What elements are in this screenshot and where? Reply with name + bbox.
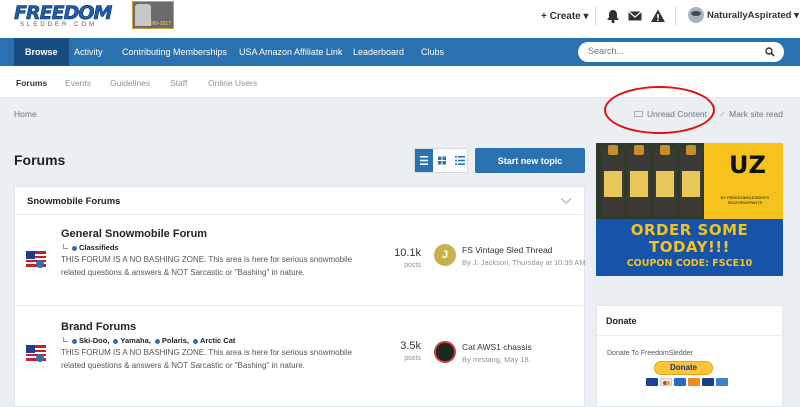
last-post-title[interactable]: Cat AWS1 chassis xyxy=(462,342,532,352)
paypal-card-icon xyxy=(716,378,728,386)
forum-row: Brand Forums Ski-Doo, Yamaha, Polaris, Arct… xyxy=(15,307,584,407)
chevron-down-icon: ▾ xyxy=(794,10,799,21)
view-toggle xyxy=(414,148,468,173)
annotation-circle xyxy=(604,86,715,134)
logo-badge-image: 1989-2017 xyxy=(132,1,174,29)
breadcrumb-home[interactable]: Home xyxy=(14,109,37,119)
avatar[interactable] xyxy=(434,341,456,363)
category-title: Snowmobile Forums xyxy=(27,196,121,207)
search-icon[interactable] xyxy=(765,47,775,57)
badge-year: 1989-2017 xyxy=(147,21,171,27)
warning-icon[interactable] xyxy=(650,8,666,24)
amex-card-icon xyxy=(674,378,686,386)
row-divider xyxy=(15,305,584,306)
bell-icon[interactable] xyxy=(605,8,621,24)
forum-title-link[interactable]: Brand Forums xyxy=(61,321,136,333)
checkmark-icon: ✓ xyxy=(719,109,727,119)
donate-text: Donate To FreedomSledder xyxy=(607,350,693,357)
ad-product-photo xyxy=(596,143,704,219)
grid-view-button[interactable] xyxy=(433,149,451,172)
chevron-down-icon: ▾ xyxy=(583,11,589,22)
create-menu-button[interactable]: + Create ▾ xyxy=(541,11,589,22)
donate-title: Donate xyxy=(606,316,637,326)
ad-coupon-code: COUPON CODE: FSCE10 xyxy=(626,258,753,269)
subforum-link-polaris[interactable]: Polaris, xyxy=(162,336,189,345)
ad-brand-panel: UZ BY FREEDOMSLEDDER'S SEATOFMYPANTS xyxy=(704,143,783,219)
subnav-staff[interactable]: Staff xyxy=(170,78,187,88)
sauce-advertisement[interactable]: UZ BY FREEDOMSLEDDER'S SEATOFMYPANTS ORD… xyxy=(596,143,783,276)
forum-flag-icon xyxy=(26,251,46,268)
logo-subtext: SLEDDER.COM xyxy=(20,22,98,28)
ad-headline: ORDER SOME TODAY!!! xyxy=(630,221,749,256)
grid-icon xyxy=(438,156,446,165)
mark-site-read-link[interactable]: ✓ Mark site read xyxy=(719,109,783,120)
post-count-label: posts xyxy=(404,355,421,362)
donate-widget: Donate Donate To FreedomSledder Donate xyxy=(596,305,783,407)
nav-activity[interactable]: Activity xyxy=(74,38,103,66)
mastercard-icon xyxy=(660,378,672,386)
chevron-down-icon[interactable] xyxy=(560,197,572,205)
nav-leaderboard[interactable]: Leaderboard xyxy=(353,38,404,66)
donate-button[interactable]: Donate xyxy=(654,361,713,375)
logo-text: FREEDOM xyxy=(14,2,113,25)
avatar[interactable]: J xyxy=(434,244,456,266)
subforum-list: Ski-Doo, Yamaha, Polaris, Arctic Cat xyxy=(61,336,235,345)
primary-nav: Browse Activity Contributing Memberships… xyxy=(0,38,800,66)
ad-byline: BY FREEDOMSLEDDER'S SEATOFMYPANTS xyxy=(720,195,770,205)
subforum-link-ski-doo[interactable]: Ski-Doo, xyxy=(79,336,109,345)
subnav-forums[interactable]: Forums xyxy=(16,78,47,88)
fluid-list-icon xyxy=(455,156,465,165)
site-logo[interactable]: FREEDOM SLEDDER.COM xyxy=(14,2,134,32)
forum-row: General Snowmobile Forum Classifieds THI… xyxy=(15,216,586,304)
subforum-list: Classifieds xyxy=(61,243,119,252)
post-count: 10.1k xyxy=(394,247,421,259)
subnav-online-users[interactable]: Online Users xyxy=(208,78,257,88)
site-header: FREEDOM SLEDDER.COM 1989-2017 + Create ▾… xyxy=(0,0,800,38)
forum-flag-icon xyxy=(26,345,46,362)
last-post-byline: By J. Jackson, Thursday at 10:39 AM xyxy=(462,258,586,267)
page-title: Forums xyxy=(14,152,66,168)
search-input[interactable] xyxy=(588,46,758,56)
nav-browse[interactable]: Browse xyxy=(14,38,69,66)
subforum-link-arctic-cat[interactable]: Arctic Cat xyxy=(200,336,235,345)
start-new-topic-button[interactable]: Start new topic xyxy=(475,148,585,173)
subnav-events[interactable]: Events xyxy=(65,78,91,88)
username: NaturallyAspirated ▾ xyxy=(707,10,799,21)
fluid-view-button[interactable] xyxy=(451,149,469,172)
subforum-link-yamaha[interactable]: Yamaha, xyxy=(120,336,150,345)
list-icon xyxy=(420,156,428,165)
ad-brand-mark: UZ xyxy=(729,151,766,179)
post-count: 3.5k xyxy=(400,340,421,352)
search-box xyxy=(578,42,784,62)
avatar xyxy=(688,7,704,23)
subforum-link[interactable]: Classifieds xyxy=(79,243,119,252)
discover-card-icon xyxy=(688,378,700,386)
nav-clubs[interactable]: Clubs xyxy=(421,38,444,66)
forum-title-link[interactable]: General Snowmobile Forum xyxy=(61,228,207,240)
forum-description: THIS FORUM IS A NO BASHING ZONE. This ar… xyxy=(61,348,353,370)
ad-banner: ORDER SOME TODAY!!! COUPON CODE: FSCE10 xyxy=(596,219,783,276)
bank-card-icon xyxy=(702,378,714,386)
last-post-byline: By mrstang, May 18 xyxy=(462,355,529,364)
visa-card-icon xyxy=(646,378,658,386)
last-post-title[interactable]: FS Vintage Sled Thread xyxy=(462,245,552,255)
subnav-guidelines[interactable]: Guidelines xyxy=(110,78,150,88)
forum-category-panel: Snowmobile Forums General Snowmobile For… xyxy=(14,186,586,407)
nav-amazon-affiliate[interactable]: USA Amazon Affiliate Link xyxy=(239,38,342,66)
post-count-label: posts xyxy=(404,262,421,269)
envelope-icon[interactable] xyxy=(627,8,643,24)
nav-contributing-memberships[interactable]: Contributing Memberships xyxy=(122,38,227,66)
forum-description: THIS FORUM IS A NO BASHING ZONE. This ar… xyxy=(61,255,353,277)
table-view-button[interactable] xyxy=(415,149,433,172)
category-header: Snowmobile Forums xyxy=(15,187,584,215)
